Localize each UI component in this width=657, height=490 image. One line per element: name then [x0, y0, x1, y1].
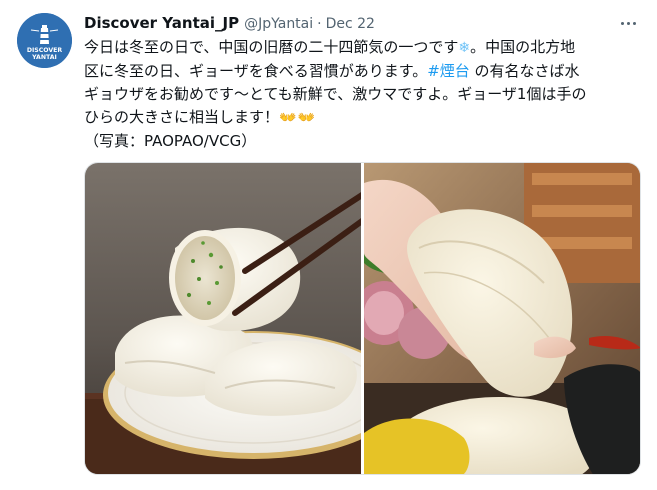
more-options-button[interactable] — [617, 12, 639, 34]
snowflake-emoji-icon: ❄ — [458, 40, 471, 56]
lighthouse-logo-icon: DISCOVER YANTAI — [17, 13, 72, 68]
tweet-line-2: 区に冬至の日、ギョーザを食べる習慣があります。#煙台 の有名なさば水 — [84, 62, 580, 80]
svg-text:DISCOVER: DISCOVER — [27, 47, 63, 54]
media-grid — [84, 162, 641, 475]
dumpling-chopsticks-photo[interactable] — [85, 163, 361, 474]
tweet-line-1: 今日は冬至の日で、中国の旧暦の二十四節気の一つです❄。中国の北方地 — [84, 38, 576, 56]
svg-text:YANTAI: YANTAI — [31, 54, 57, 61]
more-horizontal-icon — [620, 21, 624, 25]
avatar[interactable]: DISCOVER YANTAI — [17, 13, 72, 68]
tweet-card[interactable]: DISCOVER YANTAI Discover Yantai_JP @JpYa… — [0, 0, 657, 490]
tweet-header: Discover Yantai_JP @JpYantai · Dec 22 — [84, 14, 627, 36]
user-handle[interactable]: @JpYantai — [244, 16, 313, 32]
tweet-line-5-photo-credit: （写真：PAOPAO/VCG） — [84, 132, 257, 150]
open-hands-emoji-icon: 👐👐 — [279, 110, 316, 126]
tweet-text: 今日は冬至の日で、中国の旧暦の二十四節気の一つです❄。中国の北方地 区に冬至の日… — [84, 36, 644, 153]
tweet-line-3: ギョウザをお勧めです～とても新鮮で、激ウマですよ。ギョーザ1個は手の — [84, 85, 587, 103]
dumpling-hand-photo[interactable] — [364, 163, 640, 474]
tweet-line-4: ひらの大きさに相当します！👐👐 — [84, 108, 316, 126]
tweet-date[interactable]: Dec 22 — [326, 16, 375, 32]
separator-dot: · — [317, 16, 322, 32]
display-name[interactable]: Discover Yantai_JP — [84, 14, 239, 32]
hashtag-link[interactable]: #煙台 — [427, 62, 470, 80]
